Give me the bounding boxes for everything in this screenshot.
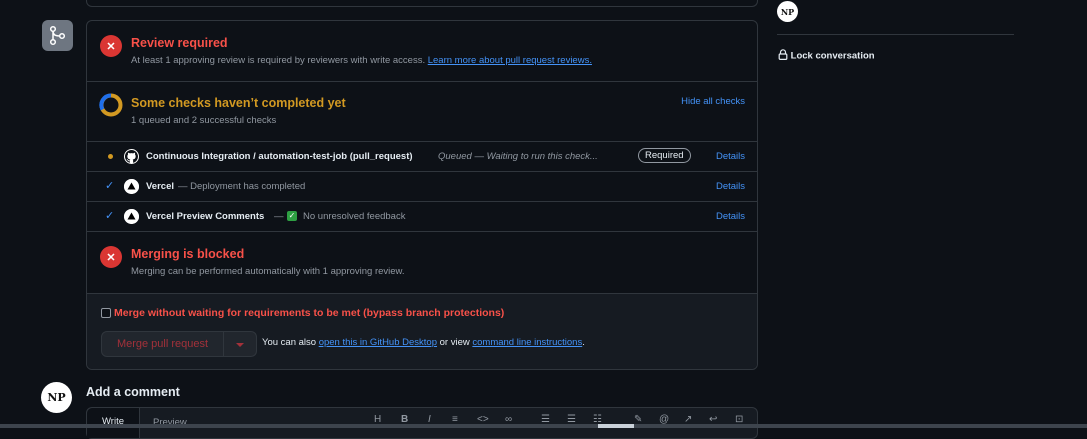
details-link[interactable]: Details (716, 181, 745, 192)
required-badge: Required (638, 148, 691, 163)
details-link[interactable]: Details (716, 211, 745, 222)
vercel-icon (124, 209, 139, 224)
learn-reviews-link[interactable]: Learn more about pull request reviews. (428, 55, 592, 66)
github-icon (124, 149, 139, 164)
review-required-description: At least 1 approving review is required … (131, 55, 592, 66)
previous-timeline-card (86, 0, 758, 7)
cli-instructions-link[interactable]: command line instructions (472, 337, 582, 348)
x-icon: ✕ (100, 35, 122, 57)
check-name: Vercel (146, 181, 174, 192)
caret-down-icon[interactable] (236, 343, 244, 347)
x-icon: ✕ (100, 246, 122, 268)
queued-dot-icon (108, 154, 113, 159)
merge-box: ✕ Review required At least 1 approving r… (86, 20, 758, 370)
sidebar-avatar-initials: NP (780, 6, 795, 17)
check-row: Continuous Integration / automation-test… (87, 142, 757, 171)
lock-conversation-label[interactable]: Lock conversation (791, 51, 875, 62)
divider (87, 81, 757, 82)
or-view-text: or view (439, 337, 470, 348)
merging-blocked-description: Merging can be performed automatically w… (131, 266, 405, 277)
merge-footer: Merge without waiting for requirements t… (87, 293, 757, 369)
comment-editor: Write Preview (86, 407, 758, 439)
divider (87, 231, 757, 232)
lock-icon (778, 49, 788, 63)
checks-title: Some checks haven’t completed yet (131, 96, 346, 110)
check-row: ✓ Vercel — Deployment has completed Deta… (87, 172, 757, 201)
lock-conversation-button[interactable]: Lock conversation (778, 49, 875, 63)
check-status: — Deployment has completed (178, 181, 306, 192)
avatar-initials: NP (47, 391, 66, 404)
sidebar-avatar[interactable]: NP (777, 1, 798, 22)
button-divider (223, 332, 224, 356)
sidebar-divider (777, 34, 1014, 35)
green-check-icon: ✓ (287, 211, 297, 221)
tab-write[interactable]: Write (87, 408, 140, 438)
check-status: Queued — Waiting to run this check... (438, 151, 598, 162)
check-name: Continuous Integration / automation-test… (146, 151, 413, 162)
check-icon: ✓ (105, 180, 115, 192)
check-name: Vercel Preview Comments (146, 211, 265, 222)
merging-blocked-title: Merging is blocked (131, 247, 245, 261)
avatar[interactable]: NP (41, 382, 72, 413)
horizontal-scrollbar[interactable] (0, 424, 1087, 428)
merge-alternatives: You can also open this in GitHub Desktop… (262, 337, 585, 348)
add-comment-heading: Add a comment (86, 385, 180, 399)
also-text: You can also (262, 337, 317, 348)
scrollbar-thumb[interactable] (598, 424, 634, 428)
check-status-prefix: — (274, 211, 284, 222)
git-merge-icon (42, 20, 73, 51)
merge-button-label[interactable]: Merge pull request (102, 332, 223, 356)
merge-pull-request-button[interactable]: Merge pull request (101, 331, 257, 357)
vercel-icon (124, 179, 139, 194)
review-required-title: Review required (131, 36, 228, 50)
hide-checks-button[interactable]: Hide all checks (681, 96, 745, 107)
bypass-label[interactable]: Merge without waiting for requirements t… (114, 307, 504, 319)
pending-checks-icon (99, 93, 123, 120)
checks-subtitle: 1 queued and 2 successful checks (131, 115, 277, 126)
github-desktop-link[interactable]: open this in GitHub Desktop (319, 337, 437, 348)
check-row: ✓ Vercel Preview Comments — ✓ No unresol… (87, 202, 757, 231)
check-status: No unresolved feedback (303, 211, 406, 222)
check-icon: ✓ (105, 210, 115, 222)
bypass-checkbox[interactable] (101, 308, 111, 318)
divider (87, 293, 757, 294)
details-link[interactable]: Details (716, 151, 745, 162)
period: . (582, 337, 585, 348)
review-desc-text: At least 1 approving review is required … (131, 55, 426, 66)
